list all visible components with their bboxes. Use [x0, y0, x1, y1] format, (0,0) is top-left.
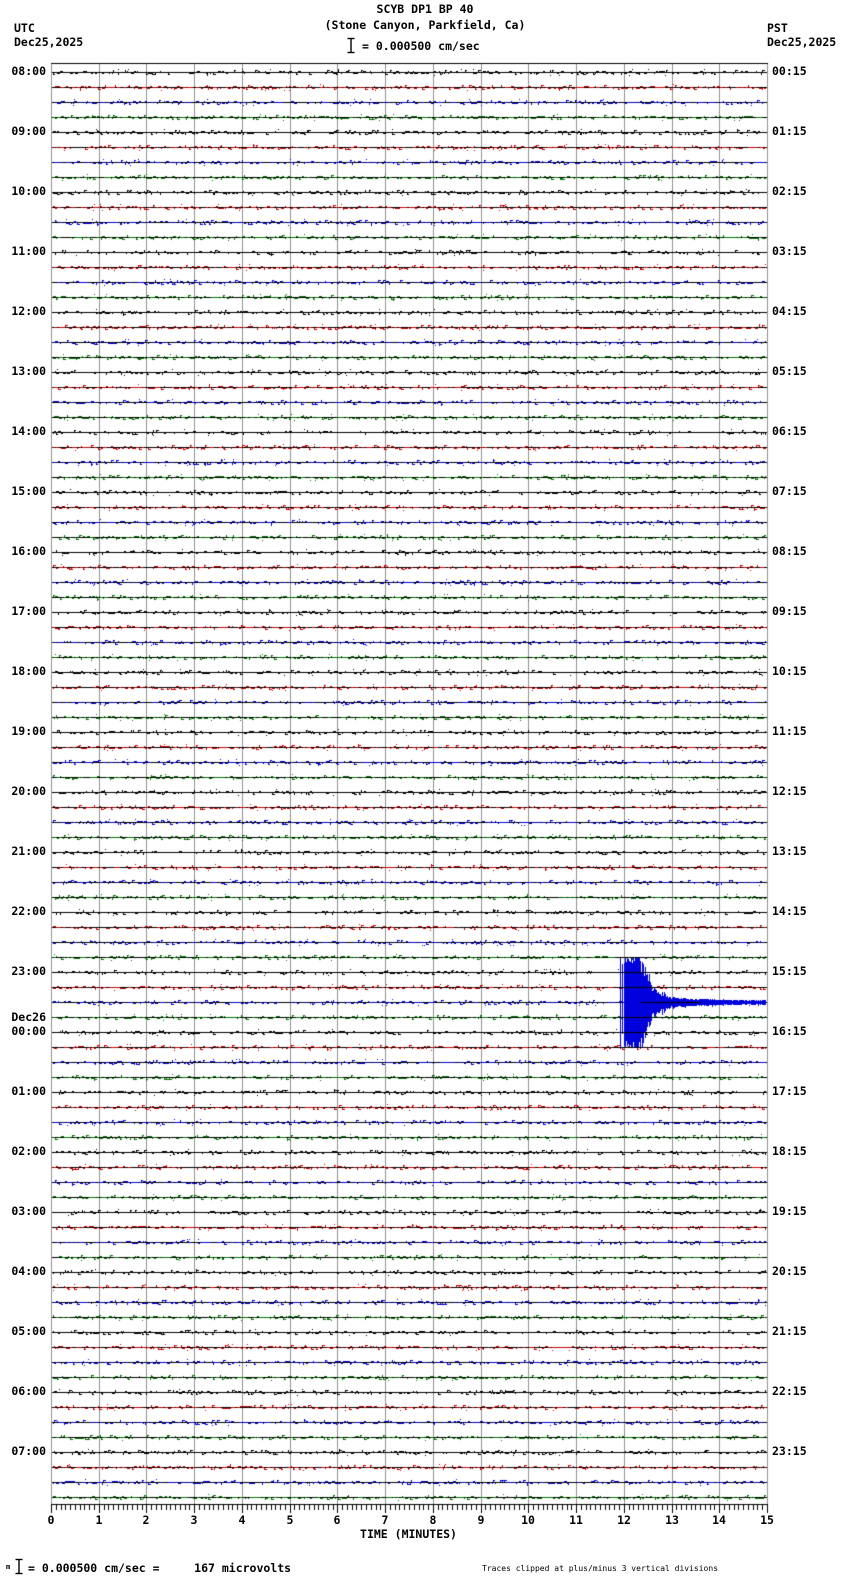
x-tick-label: 14 [712, 1513, 726, 1527]
pst-hour-label: 02:15 [772, 184, 807, 198]
page-subtitle: (Stone Canyon, Parkfield, Ca) [324, 18, 526, 32]
utc-hour-label: 06:00 [11, 1384, 46, 1398]
pst-hour-label: 12:15 [772, 784, 807, 798]
x-tick-label: 8 [429, 1513, 437, 1527]
utc-hour-label: 14:00 [11, 424, 46, 438]
pst-hour-label: 00:15 [772, 64, 807, 78]
pst-hour-label: 16:15 [772, 1024, 807, 1038]
utc-hour-label: 11:00 [11, 244, 46, 258]
helicorder-page: SCYB DP1 BP 40 (Stone Canyon, Parkfield,… [0, 0, 850, 1584]
x-tick-label: 4 [238, 1513, 246, 1527]
utc-hour-label: 07:00 [11, 1444, 46, 1458]
x-tick-label: 12 [617, 1513, 631, 1527]
footer-clip-note: Traces clipped at plus/minus 3 vertical … [482, 1564, 719, 1573]
utc-hour-label: 20:00 [11, 784, 46, 798]
x-axis-title: TIME (MINUTES) [360, 1527, 457, 1541]
x-tick-label: 15 [760, 1513, 774, 1527]
pst-hour-label: 18:15 [772, 1144, 807, 1158]
utc-hour-label: 22:00 [11, 904, 46, 918]
pst-hour-label: 23:15 [772, 1444, 807, 1458]
x-tick-label: 0 [47, 1513, 55, 1527]
scale-bar-icon [347, 37, 355, 54]
utc-hour-label: 12:00 [11, 304, 46, 318]
page-title: SCYB DP1 BP 40 [376, 2, 474, 16]
date-left-label: Dec25,2025 [14, 35, 84, 49]
utc-hour-label: 09:00 [11, 124, 46, 138]
pst-hour-label: 04:15 [772, 304, 807, 318]
utc-date-label: Dec26 [11, 1010, 46, 1024]
pst-hour-label: 14:15 [772, 904, 807, 918]
pst-hour-label: 19:15 [772, 1204, 807, 1218]
pst-hour-label: 06:15 [772, 424, 807, 438]
pst-hour-label: 15:15 [772, 964, 807, 978]
footer-scale-text: = 0.000500 cm/sec = 167 microvolts [28, 1561, 292, 1575]
pst-hour-label: 10:15 [772, 664, 807, 678]
pst-hour-label: 17:15 [772, 1084, 807, 1098]
x-tick-label: 5 [286, 1513, 294, 1527]
pst-hour-label: 22:15 [772, 1384, 807, 1398]
utc-hour-label: 10:00 [11, 184, 46, 198]
utc-hour-label: 18:00 [11, 664, 46, 678]
utc-hour-label: 19:00 [11, 724, 46, 738]
utc-hour-label: 05:00 [11, 1324, 46, 1338]
pst-hour-label: 20:15 [772, 1264, 807, 1278]
pst-hour-label: 07:15 [772, 484, 807, 498]
utc-hour-label: 04:00 [11, 1264, 46, 1278]
pst-hour-label: 08:15 [772, 544, 807, 558]
timezone-left-label: UTC [14, 21, 35, 35]
pst-hour-label: 03:15 [772, 244, 807, 258]
scale-bar-icon [15, 1558, 23, 1575]
pst-hour-label: 05:15 [772, 364, 807, 378]
x-tick-label: 2 [142, 1513, 150, 1527]
x-tick-label: 11 [569, 1513, 583, 1527]
footer-scale-prefix: m [6, 1563, 11, 1571]
seismogram-plot-canvas [0, 0, 850, 1584]
utc-hour-label: 13:00 [11, 364, 46, 378]
scale-note-text: = 0.000500 cm/sec [362, 39, 480, 53]
x-tick-label: 1 [95, 1513, 103, 1527]
x-tick-label: 10 [521, 1513, 535, 1527]
utc-hour-label: 23:00 [11, 964, 46, 978]
pst-hour-label: 11:15 [772, 724, 807, 738]
pst-hour-label: 01:15 [772, 124, 807, 138]
x-tick-label: 7 [381, 1513, 389, 1527]
timezone-right-label: PST [767, 21, 788, 35]
utc-hour-label: 16:00 [11, 544, 46, 558]
utc-hour-label: 08:00 [11, 64, 46, 78]
pst-hour-label: 09:15 [772, 604, 807, 618]
utc-hour-label: 21:00 [11, 844, 46, 858]
utc-hour-label: 17:00 [11, 604, 46, 618]
date-right-label: Dec25,2025 [767, 35, 837, 49]
utc-hour-label: 15:00 [11, 484, 46, 498]
pst-hour-label: 21:15 [772, 1324, 807, 1338]
x-tick-label: 13 [665, 1513, 679, 1527]
utc-hour-label: 03:00 [11, 1204, 46, 1218]
utc-hour-label: 00:00 [11, 1024, 46, 1038]
utc-hour-label: 01:00 [11, 1084, 46, 1098]
x-tick-label: 9 [477, 1513, 485, 1527]
x-tick-label: 3 [190, 1513, 198, 1527]
x-tick-label: 6 [333, 1513, 341, 1527]
utc-hour-label: 02:00 [11, 1144, 46, 1158]
pst-hour-label: 13:15 [772, 844, 807, 858]
